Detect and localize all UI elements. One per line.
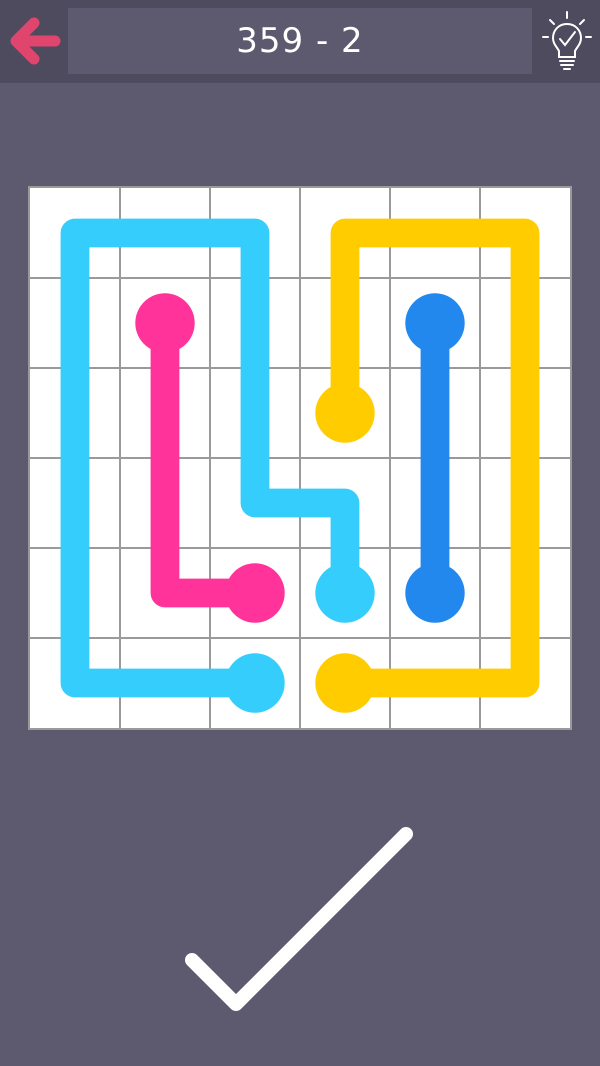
flow-dot-cyan[interactable] xyxy=(225,653,285,713)
flow-dot-blue[interactable] xyxy=(405,293,465,353)
top-bar: 359 - 2 xyxy=(0,0,600,83)
level-title-bar: 359 - 2 xyxy=(68,8,532,74)
back-arrow-icon xyxy=(10,17,61,65)
flow-dot-cyan[interactable] xyxy=(315,563,375,623)
flow-dot-yellow[interactable] xyxy=(315,653,375,713)
flow-dot-pink[interactable] xyxy=(135,293,195,353)
flow-dot-pink[interactable] xyxy=(225,563,285,623)
lightbulb-hint-icon xyxy=(542,11,592,70)
level-complete-check[interactable] xyxy=(180,820,420,1020)
level-title: 359 - 2 xyxy=(236,21,364,61)
game-board[interactable] xyxy=(28,186,572,730)
flow-dot-blue[interactable] xyxy=(405,563,465,623)
hint-button[interactable] xyxy=(538,8,596,74)
checkmark-icon xyxy=(185,827,413,1011)
flow-dot-yellow[interactable] xyxy=(315,383,375,443)
back-button[interactable] xyxy=(8,14,62,68)
